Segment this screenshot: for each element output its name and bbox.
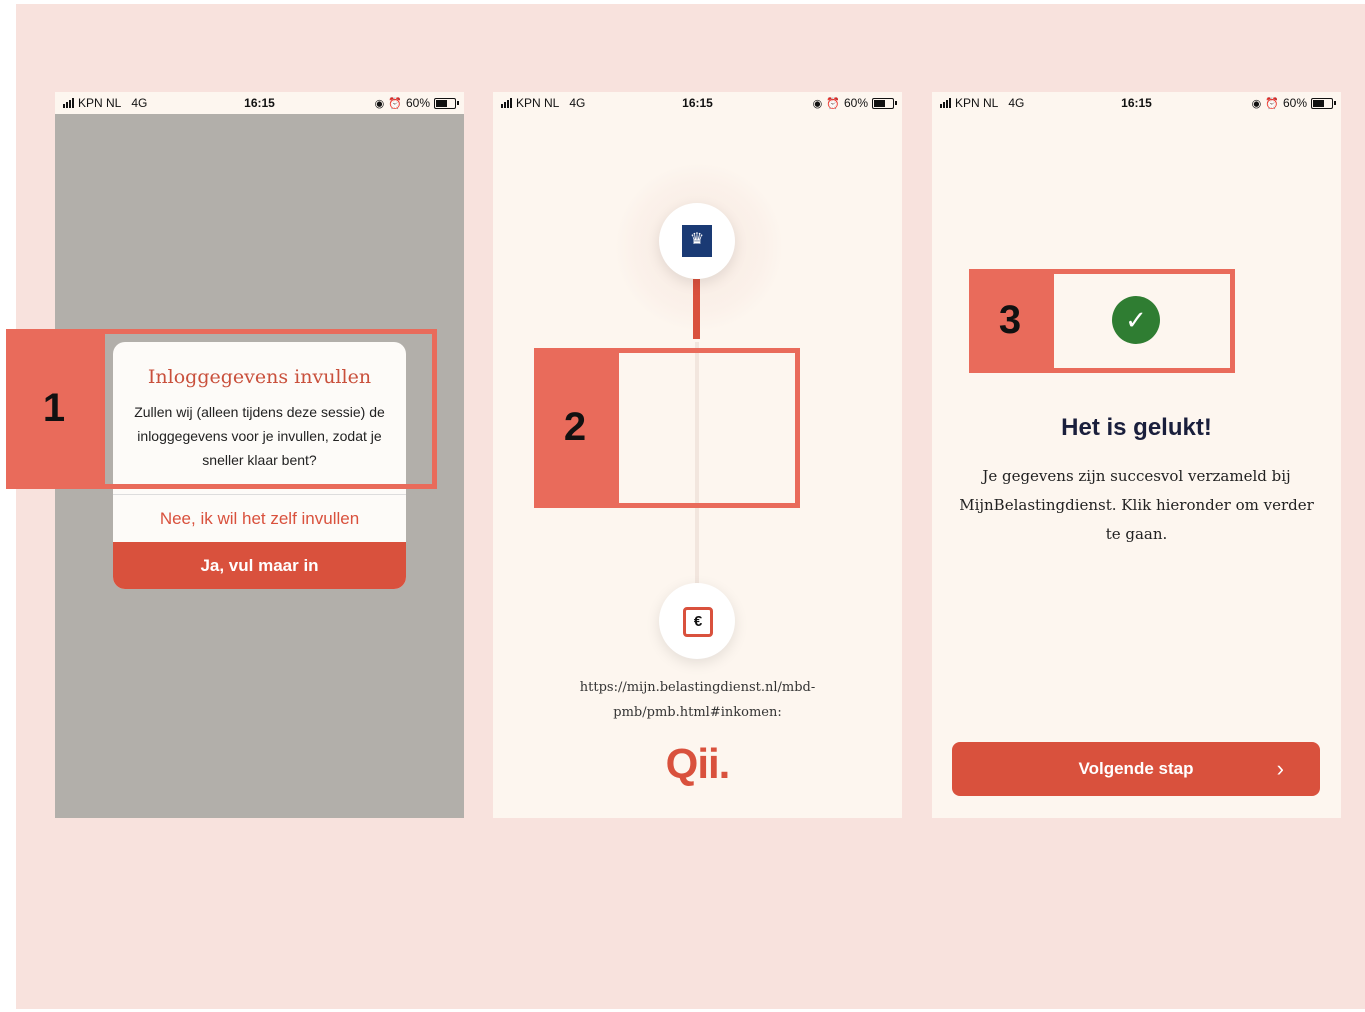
chevron-right-icon: › (1276, 756, 1284, 781)
decline-button[interactable]: Nee, ik wil het zelf invullen (113, 494, 406, 543)
location-icon: ◉ (812, 97, 823, 110)
success-message: Je gegevens zijn succesvol verzameld bij… (959, 467, 1314, 543)
phone-screen-success: KPN NL 4G 16:15 ◉ ⏰ 60% ✓ Het is gelukt!… (932, 92, 1341, 818)
status-bar: KPN NL 4G 16:15 ◉ ⏰ 60% (493, 92, 902, 114)
battery-percent: 60% (1282, 96, 1307, 110)
status-bar: KPN NL 4G 16:15 ◉ ⏰ 60% (55, 92, 464, 114)
location-icon: ◉ (374, 97, 385, 110)
progress-line-active (693, 279, 700, 339)
battery-percent: 60% (843, 96, 868, 110)
next-step-button[interactable]: Volgende stap › (952, 742, 1320, 796)
callout-3-frame (1049, 269, 1235, 373)
alarm-icon: ⏰ (1265, 97, 1279, 110)
qii-logo: Qii. (665, 740, 731, 787)
callout-2-frame (614, 348, 800, 508)
government-node: ♛ (659, 203, 735, 279)
euro-node: € (659, 583, 735, 659)
callout-1-number: 1 (42, 386, 66, 430)
euro-icon: € (683, 607, 713, 637)
callout-2-number: 2 (563, 405, 587, 449)
status-bar: KPN NL 4G 16:15 ◉ ⏰ 60% (932, 92, 1341, 114)
government-logo-icon: ♛ (682, 225, 712, 257)
battery-icon (434, 97, 459, 109)
next-step-label: Volgende stap (1078, 759, 1194, 778)
success-heading: Het is gelukt! (1061, 414, 1212, 441)
battery-percent: 60% (405, 96, 430, 110)
alarm-icon: ⏰ (388, 97, 402, 110)
alarm-icon: ⏰ (826, 97, 840, 110)
url-text: https://mijn.belastingdienst.nl/mbd-pmb/… (579, 680, 816, 720)
battery-icon (1311, 97, 1336, 109)
battery-icon (872, 97, 897, 109)
callout-3-number: 3 (998, 298, 1022, 342)
accept-button[interactable]: Ja, vul maar in (113, 542, 406, 589)
callout-1-frame (100, 329, 437, 489)
location-icon: ◉ (1251, 97, 1262, 110)
